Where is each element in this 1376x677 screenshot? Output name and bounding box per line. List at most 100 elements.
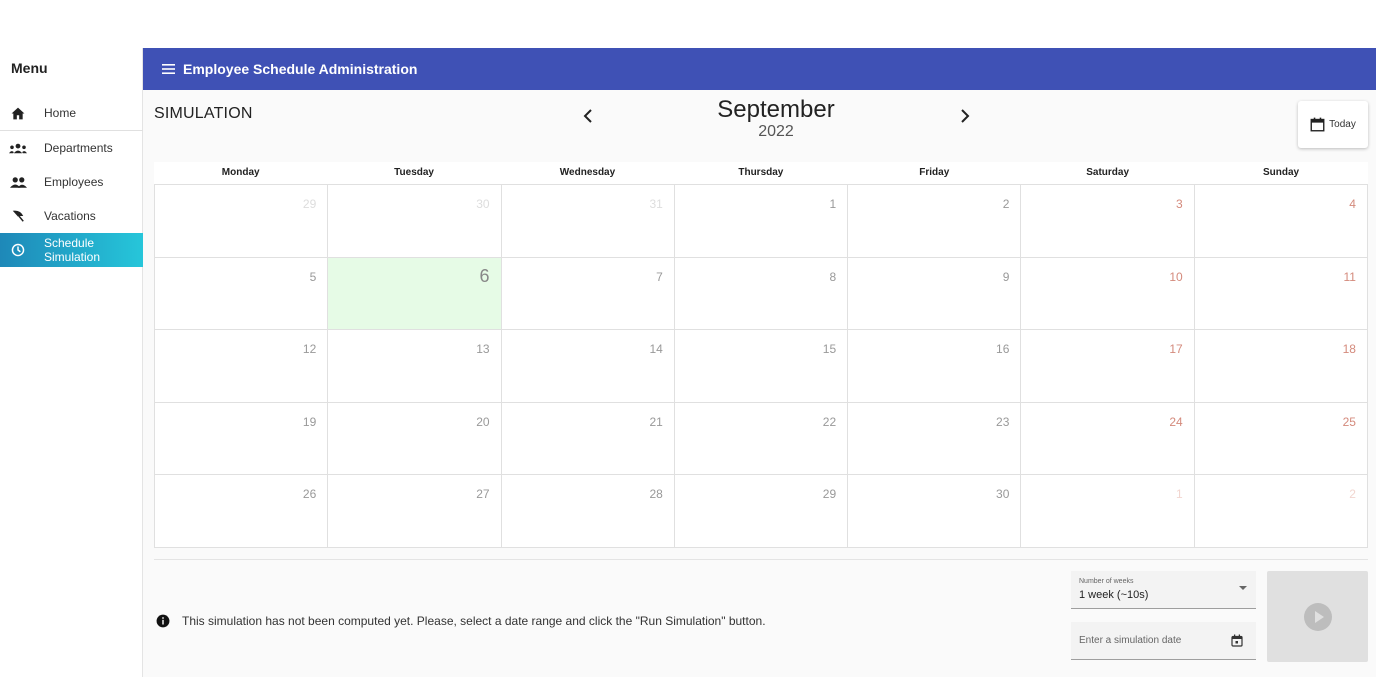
calendar-picker-icon[interactable] bbox=[1231, 634, 1243, 652]
day-number: 1 bbox=[1176, 487, 1183, 502]
sidebar-item-vacations[interactable]: Vacations bbox=[0, 199, 143, 233]
calendar-day-cell[interactable]: 15 bbox=[674, 330, 849, 403]
dropdown-arrow-icon bbox=[1239, 586, 1247, 590]
day-number: 16 bbox=[996, 342, 1010, 357]
day-number: 17 bbox=[1169, 342, 1183, 357]
calendar-day-cell[interactable]: 22 bbox=[674, 402, 849, 476]
number-of-weeks-value: 1 week (~10s) bbox=[1079, 589, 1149, 601]
sidebar-item-label: Vacations bbox=[44, 209, 96, 223]
weekday-header: Saturday bbox=[1086, 167, 1130, 178]
calendar-day-cell[interactable]: 14 bbox=[501, 330, 675, 403]
calendar-week-row: 5 6 7 8 9 10 11 bbox=[155, 257, 1368, 331]
calendar-day-cell[interactable]: 13 bbox=[328, 330, 502, 403]
run-simulation-button[interactable] bbox=[1267, 571, 1368, 662]
day-number: 31 bbox=[649, 197, 663, 211]
calendar-day-cell[interactable]: 17 bbox=[1021, 330, 1195, 403]
day-number: 22 bbox=[822, 414, 837, 429]
calendar-week-row: 19 20 21 22 23 24 25 bbox=[155, 402, 1368, 476]
day-number: 25 bbox=[1342, 414, 1356, 429]
calendar-day-cell[interactable]: 5 bbox=[155, 257, 329, 331]
number-of-weeks-label: Number of weeks bbox=[1079, 578, 1134, 585]
day-number: 29 bbox=[302, 197, 317, 211]
calendar-day-cell[interactable]: 19 bbox=[155, 402, 329, 476]
calendar-day-cell[interactable]: 1 bbox=[1021, 475, 1195, 548]
calendar-icon bbox=[1310, 117, 1325, 132]
calendar-day-cell-today[interactable]: 6 bbox=[328, 257, 502, 331]
day-number: 10 bbox=[1169, 269, 1183, 284]
calendar-day-cell[interactable]: 2 bbox=[1194, 475, 1368, 548]
calendar-day-cell[interactable]: 29 bbox=[674, 475, 849, 548]
calendar-day-cell[interactable]: 24 bbox=[1021, 402, 1195, 476]
day-number: 5 bbox=[309, 269, 317, 284]
sidebar-item-schedule-simulation[interactable]: Schedule Simulation bbox=[0, 233, 143, 267]
day-number: 26 bbox=[302, 487, 317, 502]
calendar-day-cell[interactable]: 4 bbox=[1194, 185, 1368, 258]
calendar-day-cell[interactable]: 18 bbox=[1194, 330, 1368, 403]
calendar-day-cell[interactable]: 28 bbox=[501, 475, 675, 548]
calendar-day-cell[interactable]: 27 bbox=[328, 475, 502, 548]
beach-umbrella-icon bbox=[0, 209, 44, 223]
people-icon bbox=[0, 176, 44, 188]
calendar-day-cell[interactable]: 10 bbox=[1021, 257, 1195, 331]
sidebar-item-home[interactable]: Home bbox=[0, 96, 143, 131]
main-content: SIMULATION September 2022 Today Monday Tu… bbox=[143, 90, 1376, 677]
day-number: 14 bbox=[649, 342, 663, 357]
calendar-day-cell[interactable]: 26 bbox=[155, 475, 329, 548]
calendar-day-cell[interactable]: 8 bbox=[674, 257, 849, 331]
day-number: 23 bbox=[996, 414, 1010, 429]
day-number: 12 bbox=[302, 342, 317, 357]
info-message: This simulation has not been computed ye… bbox=[156, 614, 766, 628]
day-number: 4 bbox=[1349, 197, 1356, 211]
calendar-day-cell[interactable]: 7 bbox=[501, 257, 675, 331]
previous-month-button[interactable] bbox=[578, 106, 598, 126]
clock-icon bbox=[0, 243, 44, 257]
home-icon bbox=[0, 107, 44, 120]
calendar-year: 2022 bbox=[758, 123, 794, 140]
calendar-day-cell[interactable]: 31 bbox=[501, 185, 675, 258]
calendar-day-cell[interactable]: 11 bbox=[1194, 257, 1368, 331]
weekday-header: Monday bbox=[221, 167, 260, 178]
calendar-day-cell[interactable]: 9 bbox=[848, 257, 1022, 331]
divider bbox=[154, 559, 1368, 560]
sidebar-item-label: Schedule Simulation bbox=[44, 236, 101, 264]
calendar-day-cell[interactable]: 21 bbox=[501, 402, 675, 476]
number-of-weeks-select[interactable]: Number of weeks 1 week (~10s) bbox=[1071, 571, 1256, 609]
calendar-day-cell[interactable]: 29 bbox=[155, 185, 329, 258]
calendar-day-cell[interactable]: 30 bbox=[848, 475, 1022, 548]
simulation-date-placeholder: Enter a simulation date bbox=[1079, 635, 1182, 646]
calendar-month: September bbox=[717, 96, 835, 123]
calendar-day-cell[interactable]: 2 bbox=[848, 185, 1022, 258]
day-number: 8 bbox=[829, 269, 837, 284]
sidebar-item-departments[interactable]: Departments bbox=[0, 131, 143, 165]
today-button[interactable]: Today bbox=[1298, 101, 1368, 148]
day-number: 18 bbox=[1342, 342, 1356, 357]
sidebar-item-employees[interactable]: Employees bbox=[0, 165, 143, 199]
calendar-day-cell[interactable]: 20 bbox=[328, 402, 502, 476]
weekday-header: Sunday bbox=[1262, 167, 1300, 178]
day-number: 19 bbox=[302, 414, 317, 429]
hamburger-menu-icon[interactable] bbox=[162, 64, 175, 74]
calendar-day-cell[interactable]: 1 bbox=[674, 185, 849, 258]
weekday-header-row: Monday Tuesday Wednesday Thursday Friday Satu… bbox=[154, 162, 1368, 184]
calendar-day-cell[interactable]: 30 bbox=[328, 185, 502, 258]
day-number: 11 bbox=[1343, 269, 1356, 284]
app-title: Employee Schedule Administration bbox=[183, 61, 418, 77]
calendar-day-cell[interactable]: 16 bbox=[848, 330, 1022, 403]
day-number: 21 bbox=[649, 414, 663, 429]
calendar-day-cell[interactable]: 23 bbox=[848, 402, 1022, 476]
day-number: 7 bbox=[656, 269, 663, 284]
simulation-date-input[interactable]: Enter a simulation date bbox=[1071, 622, 1256, 660]
sidebar-item-label: Home bbox=[44, 106, 77, 120]
app-header: Employee Schedule Administration bbox=[143, 48, 1376, 90]
sidebar-nav: Home Departments Employees Vacations Sch… bbox=[0, 96, 143, 267]
calendar-week-row: 26 27 28 29 30 1 2 bbox=[155, 475, 1368, 548]
day-number: 3 bbox=[1176, 197, 1183, 211]
calendar-day-cell[interactable]: 3 bbox=[1021, 185, 1195, 258]
day-number: 29 bbox=[822, 487, 837, 502]
day-number: 15 bbox=[822, 342, 837, 357]
day-number: 24 bbox=[1169, 414, 1183, 429]
calendar-day-cell[interactable]: 25 bbox=[1194, 402, 1368, 476]
chevron-left-icon bbox=[583, 109, 592, 123]
calendar-day-cell[interactable]: 12 bbox=[155, 330, 329, 403]
next-month-button[interactable] bbox=[955, 106, 975, 126]
